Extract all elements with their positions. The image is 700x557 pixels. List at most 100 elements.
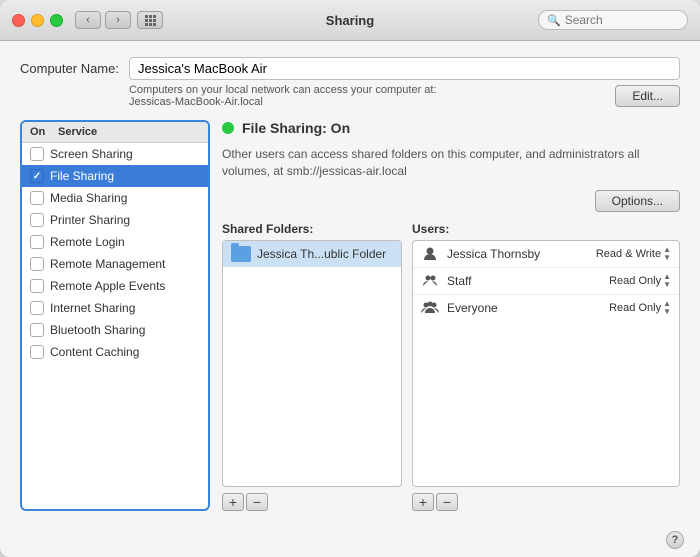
folders-list: Jessica Th...ublic Folder: [222, 240, 402, 487]
minimize-button[interactable]: [31, 14, 44, 27]
folder-item[interactable]: Jessica Th...ublic Folder: [223, 241, 401, 267]
permission-select-jessica[interactable]: Read & Write ▲▼: [596, 246, 671, 262]
file-sharing-description: Other users can access shared folders on…: [222, 146, 680, 180]
service-name-content-caching: Content Caching: [50, 345, 139, 359]
maximize-button[interactable]: [50, 14, 63, 27]
service-checkbox-screen-sharing[interactable]: [30, 147, 44, 161]
users-list: Jessica Thornsby Read & Write ▲▼: [412, 240, 680, 487]
user-name-jessica: Jessica Thornsby: [447, 247, 588, 261]
grid-button[interactable]: [137, 11, 163, 29]
nav-buttons: ‹ ›: [75, 11, 131, 29]
computer-name-row: Computer Name: Computers on your local n…: [20, 57, 680, 108]
user-item-staff[interactable]: Staff Read Only ▲▼: [413, 268, 679, 295]
service-checkbox-file-sharing[interactable]: [30, 169, 44, 183]
main-window: ‹ › Sharing 🔍 Computer Name: Comput: [0, 0, 700, 557]
folder-remove-button[interactable]: −: [246, 493, 268, 511]
file-sharing-title: File Sharing: On: [242, 120, 350, 136]
permission-value-everyone: Read Only: [609, 302, 661, 314]
user-icon-staff: [421, 272, 439, 290]
permission-select-staff[interactable]: Read Only ▲▼: [609, 273, 671, 289]
local-address-prefix: Computers on your local network can acce…: [129, 84, 437, 96]
help-button[interactable]: ?: [666, 531, 684, 549]
back-button[interactable]: ‹: [75, 11, 101, 29]
grid-icon: [145, 15, 156, 26]
users-section: Users: Jessica Thornsby: [412, 222, 680, 511]
services-panel: On Service Screen Sharing File Sharing: [20, 120, 210, 511]
users-label: Users:: [412, 222, 680, 236]
user-icon-jessica: [421, 245, 439, 263]
service-name-remote-login: Remote Login: [50, 235, 125, 249]
service-name-media-sharing: Media Sharing: [50, 191, 127, 205]
search-input[interactable]: [565, 13, 679, 27]
services-header: On Service: [22, 122, 208, 143]
service-item-internet-sharing[interactable]: Internet Sharing: [22, 297, 208, 319]
computer-name-right: Computers on your local network can acce…: [129, 57, 680, 108]
folder-add-button[interactable]: +: [222, 493, 244, 511]
status-dot: [222, 122, 234, 134]
computer-name-label: Computer Name:: [20, 57, 119, 76]
permission-value-staff: Read Only: [609, 275, 661, 287]
service-checkbox-remote-login[interactable]: [30, 235, 44, 249]
perm-arrows-jessica: ▲▼: [663, 246, 671, 262]
service-name-remote-management: Remote Management: [50, 257, 165, 271]
user-add-button[interactable]: +: [412, 493, 434, 511]
service-checkbox-bluetooth-sharing[interactable]: [30, 323, 44, 337]
service-item-content-caching[interactable]: Content Caching: [22, 341, 208, 363]
titlebar: ‹ › Sharing 🔍: [0, 0, 700, 41]
user-name-staff: Staff: [447, 274, 601, 288]
local-address-row: Computers on your local network can acce…: [129, 84, 680, 108]
shared-folders-label: Shared Folders:: [222, 222, 402, 236]
services-list: Screen Sharing File Sharing Media Sharin…: [22, 143, 208, 509]
service-item-printer-sharing[interactable]: Printer Sharing: [22, 209, 208, 231]
local-address-value: Jessicas-MacBook-Air.local: [129, 96, 263, 108]
window-title: Sharing: [326, 13, 374, 28]
service-item-bluetooth-sharing[interactable]: Bluetooth Sharing: [22, 319, 208, 341]
user-remove-button[interactable]: −: [436, 493, 458, 511]
computer-name-input[interactable]: [129, 57, 680, 80]
traffic-lights: [12, 14, 63, 27]
folders-users-row: Shared Folders: Jessica Th...ublic Folde…: [222, 222, 680, 511]
users-add-remove-row: + −: [412, 493, 680, 511]
service-checkbox-content-caching[interactable]: [30, 345, 44, 359]
service-checkbox-internet-sharing[interactable]: [30, 301, 44, 315]
search-box[interactable]: 🔍: [538, 10, 688, 30]
search-icon: 🔍: [547, 14, 561, 27]
detail-panel: File Sharing: On Other users can access …: [222, 120, 680, 511]
forward-button[interactable]: ›: [105, 11, 131, 29]
user-item-jessica[interactable]: Jessica Thornsby Read & Write ▲▼: [413, 241, 679, 268]
service-name-file-sharing: File Sharing: [50, 169, 114, 183]
perm-arrows-staff: ▲▼: [663, 273, 671, 289]
folder-name: Jessica Th...ublic Folder: [257, 247, 386, 261]
service-item-remote-apple-events[interactable]: Remote Apple Events: [22, 275, 208, 297]
folders-add-remove-row: + −: [222, 493, 402, 511]
service-checkbox-remote-apple-events[interactable]: [30, 279, 44, 293]
service-checkbox-media-sharing[interactable]: [30, 191, 44, 205]
close-button[interactable]: [12, 14, 25, 27]
options-button[interactable]: Options...: [595, 190, 680, 212]
folder-icon: [231, 246, 251, 262]
service-checkbox-remote-management[interactable]: [30, 257, 44, 271]
permission-select-everyone[interactable]: Read Only ▲▼: [609, 300, 671, 316]
options-row: Options...: [222, 190, 680, 212]
bottom-bar: ?: [0, 527, 700, 557]
service-item-media-sharing[interactable]: Media Sharing: [22, 187, 208, 209]
service-item-screen-sharing[interactable]: Screen Sharing: [22, 143, 208, 165]
main-panel: On Service Screen Sharing File Sharing: [20, 120, 680, 511]
service-item-remote-management[interactable]: Remote Management: [22, 253, 208, 275]
service-item-file-sharing[interactable]: File Sharing: [22, 165, 208, 187]
service-item-remote-login[interactable]: Remote Login: [22, 231, 208, 253]
service-name-printer-sharing: Printer Sharing: [50, 213, 130, 227]
folders-section: Shared Folders: Jessica Th...ublic Folde…: [222, 222, 402, 511]
services-header-service: Service: [58, 126, 200, 138]
perm-arrows-everyone: ▲▼: [663, 300, 671, 316]
user-item-everyone[interactable]: Everyone Read Only ▲▼: [413, 295, 679, 321]
permission-value-jessica: Read & Write: [596, 248, 661, 260]
service-name-internet-sharing: Internet Sharing: [50, 301, 135, 315]
user-name-everyone: Everyone: [447, 301, 601, 315]
service-checkbox-printer-sharing[interactable]: [30, 213, 44, 227]
service-name-screen-sharing: Screen Sharing: [50, 147, 133, 161]
service-name-remote-apple-events: Remote Apple Events: [50, 279, 165, 293]
edit-button[interactable]: Edit...: [615, 85, 680, 107]
service-name-bluetooth-sharing: Bluetooth Sharing: [50, 323, 145, 337]
user-icon-everyone: [421, 299, 439, 317]
